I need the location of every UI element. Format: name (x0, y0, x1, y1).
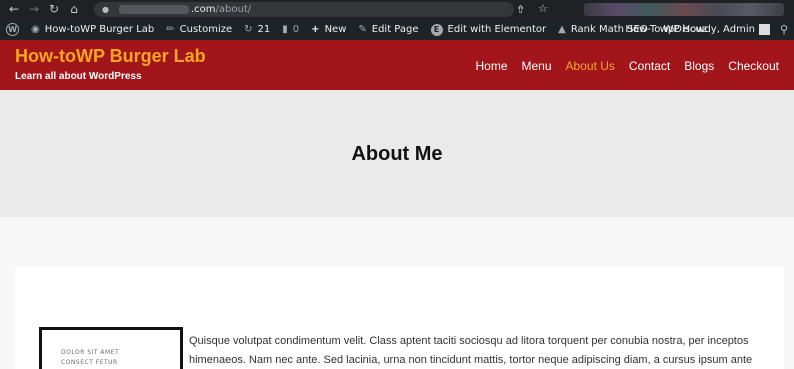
extensions-area-redacted (584, 3, 784, 16)
site-title[interactable]: How-toWP Burger Lab (15, 46, 206, 67)
quote-line: CONSECT FETUR (61, 359, 118, 366)
reload-icon[interactable]: ↻ (46, 0, 62, 19)
content-section: DOLOR SIT AMET CONSECT FETUR Quisque vol… (15, 267, 784, 369)
page-title: About Me (351, 143, 443, 165)
adminbar-updates-count: 21 (257, 24, 271, 35)
url-redacted-domain (118, 5, 189, 14)
forward-icon[interactable]: → (26, 0, 42, 19)
search-icon: ⚲ (779, 23, 788, 36)
adminbar-search[interactable]: ⚲ (776, 19, 794, 40)
nav-item-blogs[interactable]: Blogs (684, 59, 714, 73)
rank-math-icon: ▲ (558, 24, 566, 35)
site-header: How-toWP Burger Lab Learn all about Word… (0, 40, 794, 90)
home-icon[interactable]: ⌂ (66, 0, 82, 19)
comment-icon: ▮ (282, 24, 288, 35)
adminbar-new-label: New (324, 24, 347, 35)
adminbar-howdy-label: How-To WP Howdy, Admin (625, 24, 755, 35)
body-paragraph: Quisque volutpat condimentum velit. Clas… (189, 335, 753, 366)
quote-box: DOLOR SIT AMET CONSECT FETUR (39, 327, 183, 369)
nav-item-about-us[interactable]: About Us (566, 59, 615, 73)
adminbar-site-name-label: How-toWP Burger Lab (44, 24, 155, 35)
adminbar-account: How-To WP Howdy, Admin ⚲ (619, 19, 794, 40)
wp-admin-bar: W ◉ How-toWP Burger Lab ✏ Customize ↻ 21… (0, 19, 794, 40)
adminbar-site-name[interactable]: ◉ How-toWP Burger Lab (25, 19, 160, 40)
adminbar-comments-count: 0 (292, 24, 300, 35)
url-domain: .com (190, 4, 216, 15)
nav-item-contact[interactable]: Contact (629, 59, 670, 73)
back-icon[interactable]: ← (6, 0, 22, 19)
adminbar-new[interactable]: + New (305, 19, 352, 40)
bookmark-star-icon[interactable]: ☆ (538, 2, 548, 15)
adminbar-customize[interactable]: ✏ Customize (160, 19, 238, 40)
adminbar-customize-label: Customize (179, 24, 233, 35)
nav-item-home[interactable]: Home (476, 59, 508, 73)
wp-logo-menu[interactable]: W (0, 19, 25, 40)
main-navigation: Home Menu About Us Contact Blogs Checkou… (476, 59, 780, 73)
quote-line: DOLOR SIT AMET (61, 349, 120, 356)
site-tagline: Learn all about WordPress (15, 71, 142, 82)
browser-toolbar: ← → ↻ ⌂ ● .com/about/ ⇮ ☆ (0, 0, 794, 19)
elementor-icon: E (430, 23, 443, 36)
url-path: /about/ (215, 4, 252, 15)
adminbar-edit-elementor[interactable]: E Edit with Elementor (425, 19, 553, 40)
lock-icon: ● (102, 5, 109, 14)
share-icon[interactable]: ⇮ (516, 3, 525, 16)
avatar (758, 24, 770, 35)
pencil-icon: ✎ (358, 24, 367, 35)
adminbar-edit-page-label: Edit Page (371, 24, 419, 35)
adminbar-comments[interactable]: ▮ 0 (276, 19, 305, 40)
updates-icon: ↻ (244, 24, 253, 35)
adminbar-edit-page[interactable]: ✎ Edit Page (352, 19, 424, 40)
page-title-banner: About Me (0, 90, 794, 217)
dashboard-icon: ◉ (31, 24, 40, 35)
address-bar[interactable]: ● .com/about/ (94, 2, 514, 17)
adminbar-edit-elementor-label: Edit with Elementor (447, 24, 547, 35)
wordpress-logo-icon: W (6, 23, 19, 36)
adminbar-my-account[interactable]: How-To WP Howdy, Admin (619, 19, 776, 40)
brush-icon: ✏ (166, 24, 175, 35)
plus-icon: + (311, 24, 320, 35)
nav-item-menu[interactable]: Menu (522, 59, 552, 73)
nav-item-checkout[interactable]: Checkout (728, 59, 779, 73)
adminbar-updates[interactable]: ↻ 21 (238, 19, 276, 40)
